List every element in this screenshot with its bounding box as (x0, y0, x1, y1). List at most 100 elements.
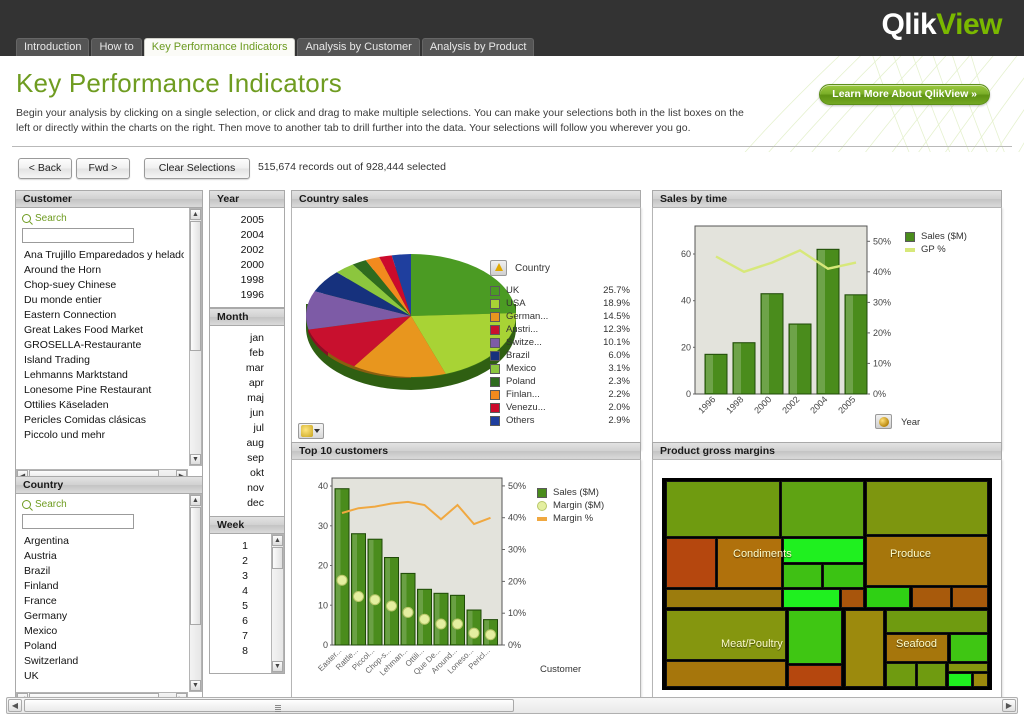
list-item[interactable]: 8 (210, 644, 268, 659)
list-item[interactable]: Mexico (16, 624, 184, 639)
scroll-left-icon[interactable]: ◀ (8, 699, 22, 712)
treemap-cell[interactable] (845, 610, 884, 687)
list-item[interactable]: 2004 (210, 228, 284, 243)
list-item[interactable]: Argentina (16, 534, 184, 549)
list-item[interactable]: France (16, 594, 184, 609)
scroll-right-icon[interactable]: ▶ (1002, 699, 1016, 712)
tab-introduction[interactable]: Introduction (16, 38, 89, 56)
treemap-cell[interactable] (783, 564, 822, 588)
list-item[interactable]: mar (210, 361, 284, 376)
list-item[interactable]: Great Lakes Food Market (16, 323, 184, 338)
list-item[interactable]: jul (210, 421, 284, 436)
list-item[interactable]: jan (210, 331, 284, 346)
treemap-cell[interactable] (666, 481, 780, 537)
treemap-cell[interactable] (866, 536, 988, 586)
legend-item[interactable]: Brazil6.0% (490, 349, 630, 362)
learn-more-button[interactable]: Learn More About QlikView » (819, 84, 990, 105)
list-item[interactable]: feb (210, 346, 284, 361)
scroll-thumb[interactable] (190, 221, 201, 351)
treemap-cell[interactable] (823, 564, 863, 588)
drill-group-button[interactable] (875, 414, 892, 429)
tab-how-to[interactable]: How to (91, 38, 141, 56)
treemap-cell[interactable] (666, 538, 717, 588)
list-item[interactable]: nov (210, 481, 284, 496)
list-item[interactable]: maj (210, 391, 284, 406)
treemap-cell[interactable] (950, 634, 988, 662)
list-item[interactable]: Switzerland (16, 654, 184, 669)
list-item[interactable]: 7 (210, 629, 268, 644)
list-item[interactable]: Austria (16, 549, 184, 564)
list-item[interactable]: 3 (210, 569, 268, 584)
legend-item[interactable]: Mexico3.1% (490, 362, 630, 375)
week-item-list[interactable]: 1 2 3 4 5 6 7 8 (210, 539, 268, 659)
list-item[interactable]: jun (210, 406, 284, 421)
customer-item-list[interactable]: Ana Trujillo Emparedados y helados Aroun… (16, 248, 184, 443)
treemap-cell[interactable] (886, 663, 915, 687)
treemap-cell[interactable] (841, 589, 863, 609)
list-item[interactable]: Ottilies Käseladen (16, 398, 184, 413)
legend-item[interactable]: Poland2.3% (490, 375, 630, 388)
list-item[interactable]: Ana Trujillo Emparedados y helados (16, 248, 184, 263)
treemap-cell[interactable] (886, 634, 948, 662)
treemap-cell[interactable] (783, 538, 864, 563)
list-item[interactable]: 2 (210, 554, 268, 569)
scroll-thumb[interactable] (24, 699, 514, 712)
scroll-down-icon[interactable]: ▼ (190, 680, 201, 691)
treemap-cell[interactable] (912, 587, 951, 608)
treemap-cell[interactable] (781, 481, 864, 537)
list-item[interactable]: sep (210, 451, 284, 466)
country-item-list[interactable]: Argentina Austria Brazil Finland France … (16, 534, 184, 684)
list-item[interactable]: 1 (210, 539, 268, 554)
treemap-cell[interactable] (973, 673, 988, 687)
list-item[interactable]: Germany (16, 609, 184, 624)
legend-item[interactable]: Others2.9% (490, 414, 630, 427)
list-item[interactable]: 2000 (210, 258, 284, 273)
treemap-cell[interactable] (952, 587, 988, 608)
tab-analysis-by-product[interactable]: Analysis by Product (422, 38, 535, 56)
legend-item[interactable]: USA18.9% (490, 297, 630, 310)
list-item[interactable]: Piccolo und mehr (16, 428, 184, 443)
legend-item[interactable]: Switze...10.1% (490, 336, 630, 349)
legend-item[interactable]: Venezu...2.0% (490, 401, 630, 414)
treemap-cell[interactable] (917, 663, 946, 687)
cyclic-group-button[interactable] (298, 423, 324, 439)
drill-group-icon[interactable] (490, 260, 507, 276)
month-item-list[interactable]: jan feb mar apr maj jun jul aug sep okt … (210, 331, 284, 511)
treemap-cell[interactable] (866, 587, 910, 608)
list-item[interactable]: apr (210, 376, 284, 391)
treemap-cell[interactable] (783, 589, 840, 609)
list-item[interactable]: 2005 (210, 213, 284, 228)
list-item[interactable]: Brazil (16, 564, 184, 579)
scroll-thumb[interactable] (272, 547, 283, 569)
list-item[interactable]: Island Trading (16, 353, 184, 368)
treemap-cell[interactable] (666, 589, 783, 609)
list-item[interactable]: 6 (210, 614, 268, 629)
treemap-cell[interactable] (948, 673, 972, 687)
treemap-cell[interactable] (717, 538, 782, 588)
legend-item[interactable]: Austri...12.3% (490, 323, 630, 336)
list-item[interactable]: Around the Horn (16, 263, 184, 278)
list-item[interactable]: Poland (16, 639, 184, 654)
back-button[interactable]: < Back (18, 158, 72, 179)
scroll-thumb[interactable] (190, 507, 201, 625)
treemap-cell[interactable] (788, 610, 842, 664)
treemap-cell[interactable] (948, 663, 988, 672)
list-item[interactable]: UK (16, 669, 184, 684)
year-item-list[interactable]: 2005 2004 2002 2000 1998 1996 (210, 213, 284, 303)
legend-item[interactable]: GP % (905, 243, 1000, 256)
list-item[interactable]: Lonesome Pine Restaurant (16, 383, 184, 398)
country-search-input[interactable] (22, 514, 134, 529)
list-item[interactable]: 5 (210, 599, 268, 614)
treemap-cell[interactable] (866, 481, 988, 535)
list-item[interactable]: aug (210, 436, 284, 451)
list-item[interactable]: Eastern Connection (16, 308, 184, 323)
legend-item[interactable]: German...14.5% (490, 310, 630, 323)
country-vertical-scrollbar[interactable]: ▲ ▼ (189, 494, 202, 692)
tab-key-performance-indicators[interactable]: Key Performance Indicators (144, 38, 296, 56)
legend-item[interactable]: Margin % (537, 512, 637, 525)
scroll-up-icon[interactable]: ▲ (272, 535, 283, 546)
treemap-cell[interactable] (666, 610, 787, 660)
list-item[interactable]: 2002 (210, 243, 284, 258)
treemap-cell[interactable] (886, 610, 988, 633)
forward-button[interactable]: Fwd > (76, 158, 130, 179)
